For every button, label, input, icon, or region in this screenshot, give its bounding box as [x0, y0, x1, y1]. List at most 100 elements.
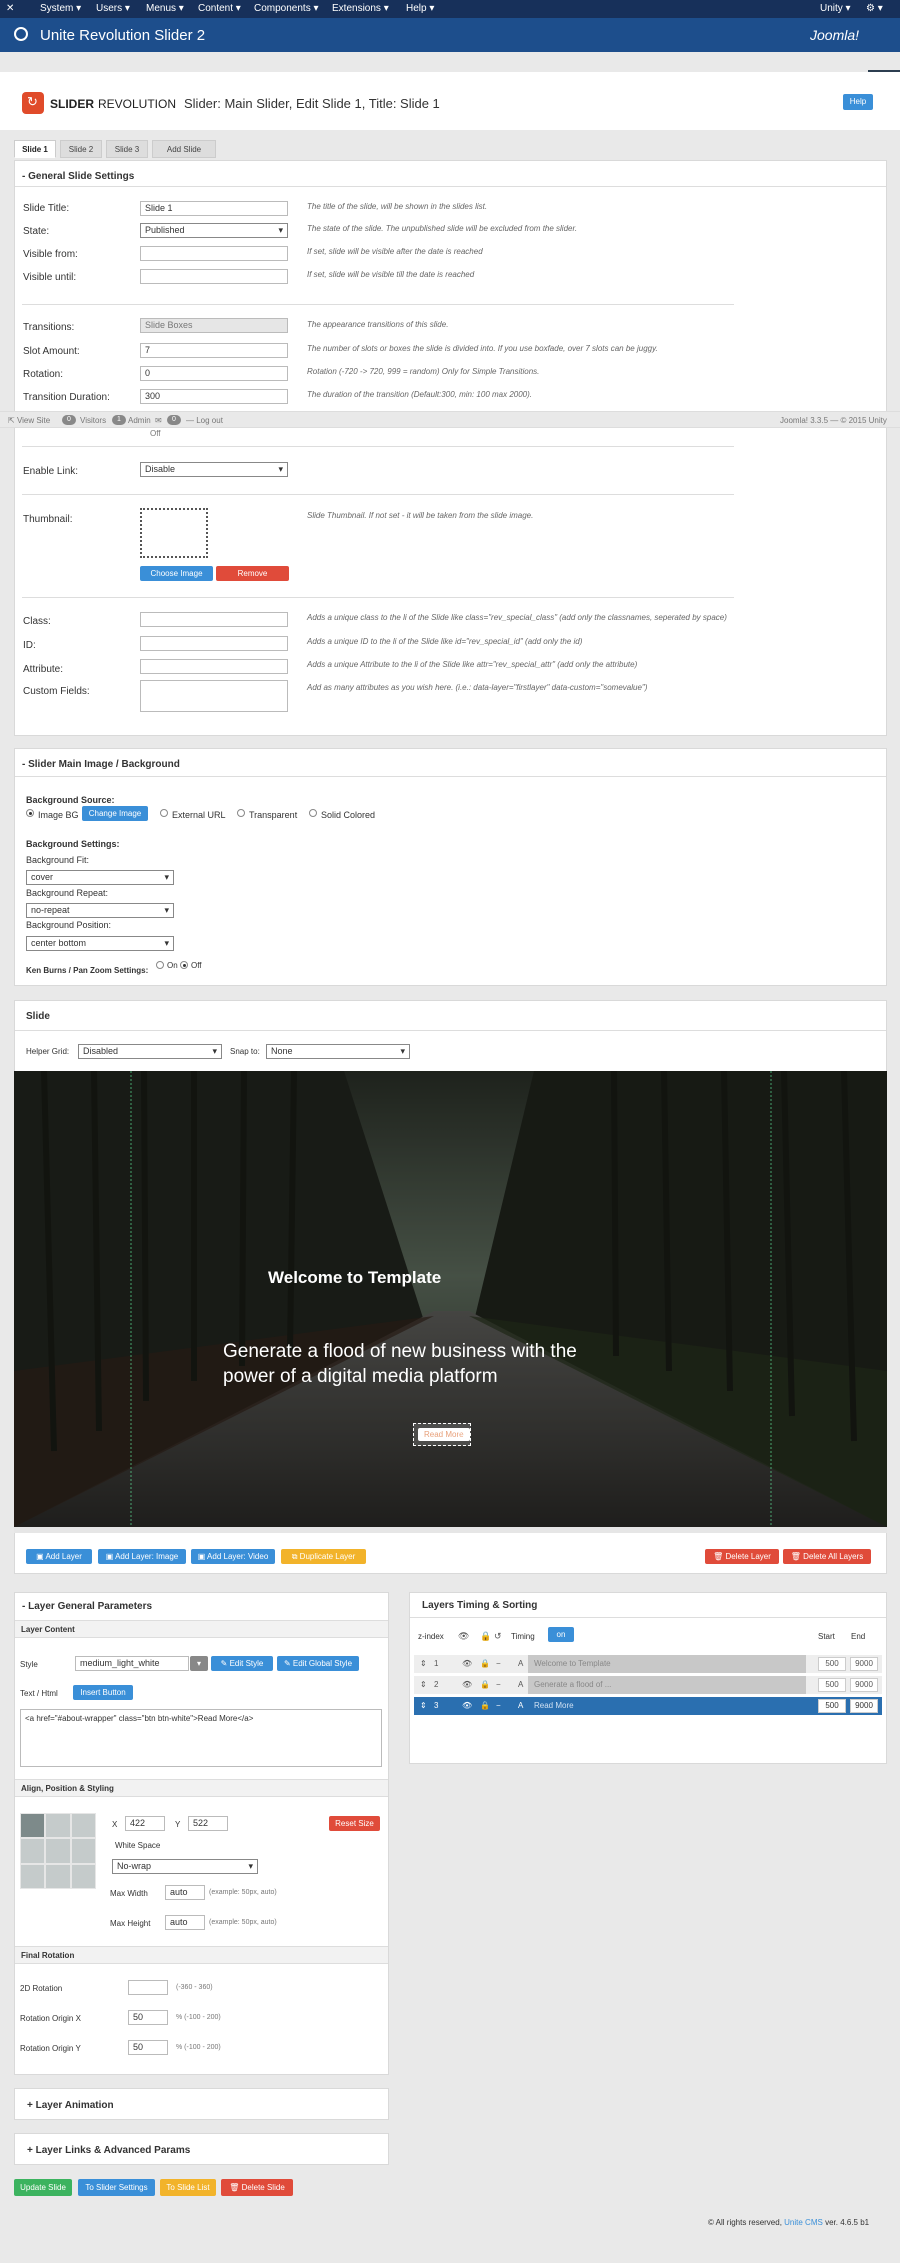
- delete-all-layers-button[interactable]: 🗑 Delete All Layers: [783, 1549, 871, 1564]
- remove-icon[interactable]: −: [496, 1659, 501, 1668]
- radio-solid-colored[interactable]: [309, 809, 317, 817]
- slide-layer-body[interactable]: Generate a flood of new business with th…: [223, 1339, 633, 1389]
- layer-animation-title[interactable]: + Layer Animation: [27, 2100, 114, 2111]
- origin-y-input[interactable]: 50: [128, 2040, 168, 2055]
- visible-from-input[interactable]: [140, 246, 288, 261]
- visibility-icon[interactable]: 👁: [462, 1701, 472, 1710]
- timing-toggle[interactable]: on: [548, 1627, 574, 1642]
- layer-end-input[interactable]: 9000: [850, 1657, 878, 1671]
- remove-icon[interactable]: −: [496, 1680, 501, 1689]
- user-menu[interactable]: Unity ▾: [820, 3, 851, 14]
- radio-image-bg[interactable]: [26, 809, 34, 817]
- insert-button-button[interactable]: Insert Button: [73, 1685, 133, 1700]
- to-slider-settings-button[interactable]: To Slider Settings: [78, 2179, 155, 2196]
- class-input[interactable]: [140, 612, 288, 627]
- y-input[interactable]: 522: [188, 1816, 228, 1831]
- lock-icon[interactable]: 🔒: [480, 1701, 490, 1710]
- general-settings-title[interactable]: - General Slide Settings: [22, 171, 134, 182]
- enable-link-select[interactable]: Disable: [140, 462, 288, 477]
- bg-fit-select[interactable]: cover: [26, 870, 174, 885]
- footer-link[interactable]: Unite CMS: [784, 2218, 823, 2227]
- align-middle-center[interactable]: [46, 1839, 70, 1863]
- slide-layer-heading[interactable]: Welcome to Template: [268, 1268, 441, 1288]
- choose-image-button[interactable]: Choose Image: [140, 566, 213, 581]
- slide-title-input[interactable]: Slide 1: [140, 201, 288, 216]
- align-bottom-right[interactable]: [71, 1864, 95, 1888]
- logout-link[interactable]: — Log out: [186, 416, 223, 425]
- rotation-2d-input[interactable]: [128, 1980, 168, 1995]
- max-height-input[interactable]: auto: [165, 1915, 205, 1930]
- tab-slide-2[interactable]: Slide 2: [60, 140, 102, 158]
- align-top-right[interactable]: [71, 1814, 95, 1838]
- tab-add-slide[interactable]: Add Slide: [152, 140, 216, 158]
- bg-position-select[interactable]: center bottom: [26, 936, 174, 951]
- tab-slide-1[interactable]: Slide 1: [14, 140, 56, 158]
- layer-row-selected[interactable]: ⇕ 3 👁 🔒 − A Read More 500 9000: [414, 1697, 882, 1715]
- menu-extensions[interactable]: Extensions ▾: [332, 3, 389, 14]
- canvas-scrollbar[interactable]: [14, 1527, 887, 1533]
- resize-handle-icon[interactable]: ⤡: [458, 1429, 465, 1440]
- visibility-icon[interactable]: 👁: [462, 1659, 472, 1668]
- add-video-layer-button[interactable]: ▣ Add Layer: Video: [191, 1549, 275, 1564]
- joomla-icon[interactable]: ✕: [6, 3, 14, 14]
- align-middle-right[interactable]: [71, 1839, 95, 1863]
- custom-fields-textarea[interactable]: [140, 680, 288, 712]
- snap-to-select[interactable]: None: [266, 1044, 410, 1059]
- attribute-input[interactable]: [140, 659, 288, 674]
- sort-handle-icon[interactable]: ⇕: [420, 1680, 427, 1689]
- sort-handle-icon[interactable]: ⇕: [420, 1659, 427, 1668]
- background-title[interactable]: - Slider Main Image / Background: [22, 759, 180, 770]
- layer-name[interactable]: Read More: [528, 1697, 806, 1715]
- layer-start-input[interactable]: 500: [818, 1678, 846, 1692]
- align-bottom-left[interactable]: [21, 1864, 45, 1888]
- layer-end-input[interactable]: 9000: [850, 1699, 878, 1713]
- align-bottom-center[interactable]: [46, 1864, 70, 1888]
- menu-menus[interactable]: Menus ▾: [146, 3, 184, 14]
- radio-kenburns-off[interactable]: [180, 961, 188, 969]
- duplicate-layer-button[interactable]: ⧉ Duplicate Layer: [281, 1549, 366, 1564]
- layer-name[interactable]: Generate a flood of ...: [528, 1676, 806, 1694]
- slide-canvas[interactable]: Welcome to Template Generate a flood of …: [14, 1071, 887, 1527]
- align-middle-left[interactable]: [21, 1839, 45, 1863]
- thumbnail-placeholder[interactable]: [140, 508, 208, 558]
- sort-handle-icon[interactable]: ⇕: [420, 1701, 427, 1710]
- lock-icon[interactable]: 🔒: [480, 1680, 490, 1689]
- layer-start-input[interactable]: 500: [818, 1699, 846, 1713]
- delete-slide-button[interactable]: 🗑 Delete Slide: [221, 2179, 293, 2196]
- menu-system[interactable]: System ▾: [40, 3, 81, 14]
- layer-animation-panel[interactable]: + Layer Animation: [14, 2088, 389, 2120]
- change-image-button[interactable]: Change Image: [82, 806, 148, 821]
- menu-help[interactable]: Help ▾: [406, 3, 434, 14]
- slot-amount-input[interactable]: 7: [140, 343, 288, 358]
- duration-input[interactable]: 300: [140, 389, 288, 404]
- add-layer-button[interactable]: ▣ Add Layer: [26, 1549, 92, 1564]
- transitions-input[interactable]: Slide Boxes: [140, 318, 288, 333]
- add-image-layer-button[interactable]: ▣ Add Layer: Image: [98, 1549, 186, 1564]
- layer-row[interactable]: ⇕ 2 👁 🔒 − A Generate a flood of ... 500 …: [414, 1676, 882, 1694]
- id-input[interactable]: [140, 636, 288, 651]
- radio-transparent[interactable]: [237, 809, 245, 817]
- white-space-select[interactable]: No-wrap: [112, 1859, 258, 1874]
- visibility-icon[interactable]: 👁: [462, 1680, 472, 1689]
- bg-repeat-select[interactable]: no-repeat: [26, 903, 174, 918]
- tab-slide-3[interactable]: Slide 3: [106, 140, 148, 158]
- rotation-input[interactable]: 0: [140, 366, 288, 381]
- layer-row[interactable]: ⇕ 1 👁 🔒 − A Welcome to Template 500 9000: [414, 1655, 882, 1673]
- menu-users[interactable]: Users ▾: [96, 3, 130, 14]
- style-input[interactable]: medium_light_white: [75, 1656, 189, 1671]
- helper-grid-select[interactable]: Disabled: [78, 1044, 222, 1059]
- remove-icon[interactable]: −: [496, 1701, 501, 1710]
- style-dropdown-button[interactable]: ▾: [190, 1656, 208, 1671]
- view-site-link[interactable]: ⇱ View Site: [8, 416, 50, 425]
- align-top-left[interactable]: [21, 1814, 45, 1838]
- layer-end-input[interactable]: 9000: [850, 1678, 878, 1692]
- visible-until-input[interactable]: [140, 269, 288, 284]
- radio-external-url[interactable]: [160, 809, 168, 817]
- update-slide-button[interactable]: Update Slide: [14, 2179, 72, 2196]
- layer-html-textarea[interactable]: <a href="#about-wrapper" class="btn btn-…: [20, 1709, 382, 1767]
- edit-style-button[interactable]: ✎ Edit Style: [211, 1656, 273, 1671]
- to-slide-list-button[interactable]: To Slide List: [160, 2179, 216, 2196]
- settings-menu[interactable]: ⚙ ▾: [866, 3, 883, 14]
- menu-content[interactable]: Content ▾: [198, 3, 241, 14]
- slide-layer-button-selected[interactable]: Read More ⤡: [413, 1423, 471, 1446]
